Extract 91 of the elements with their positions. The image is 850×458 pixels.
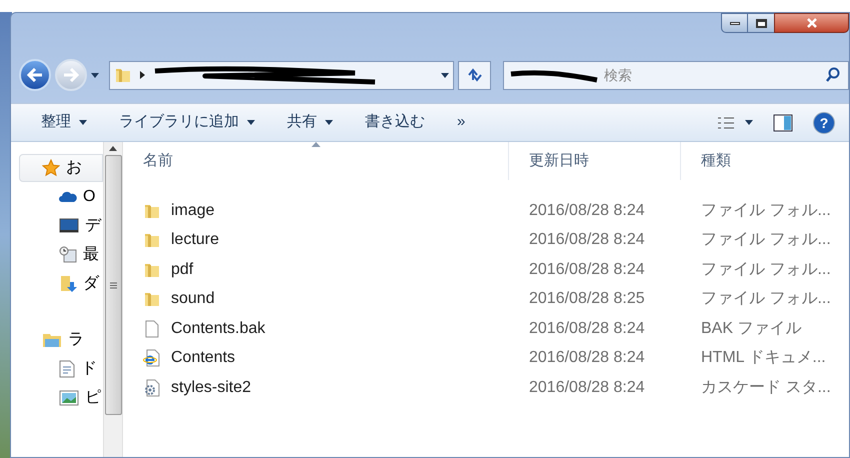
pictures-icon [59,390,79,406]
file-name: pdf [171,260,194,280]
file-row[interactable]: Contents.bak 2016/08/28 8:24 BAK ファイル [123,314,849,344]
file-row[interactable]: lecture 2016/08/28 8:24 ファイル フォル... [123,226,849,255]
file-row[interactable]: sound 2016/08/28 8:25 ファイル フォル... [123,284,849,314]
folder-icon [143,231,161,250]
folder-icon [114,66,132,84]
modified-date: 2016/08/28 8:24 [528,230,646,250]
navigation-label: ラ [68,330,84,350]
search-icon [825,66,841,82]
caret-icon [745,120,753,125]
navigation-item[interactable]: 最 [19,240,103,269]
view-list-icon [717,116,735,130]
close-button[interactable] [774,13,849,33]
file-type: ファイル フォル... [700,230,832,250]
minimize-icon [730,22,740,24]
column-header[interactable]: 更新日時 [509,142,681,180]
file-name: image [171,200,215,221]
file-name: lecture [171,230,220,250]
scroll-up-arrow-icon [109,146,117,151]
caret-icon [247,120,255,125]
column-header[interactable]: 種類 [681,142,849,180]
sort-arrow-icon [311,142,320,147]
library-icon [42,331,62,349]
file-row[interactable]: styles-site2 2016/08/28 8:24 カスケード スタ... [123,373,849,402]
file-name: Contents.bak [171,318,266,339]
navigation-item[interactable]: O [19,182,103,211]
file-type: BAK ファイル [700,318,802,339]
caret-icon [91,72,99,78]
back-button[interactable] [19,59,51,91]
gear-file-icon [143,378,161,397]
forward-arrow-icon [63,68,79,82]
file-type: ファイル フォル... [700,200,832,221]
grip-icon [110,282,116,288]
preview-pane-button[interactable] [773,114,793,132]
column-header[interactable]: 名前 [123,142,509,180]
navigation-item[interactable]: ピ [19,383,103,412]
maximize-button[interactable] [748,13,774,33]
web-page-icon [143,349,161,368]
scrollbar-thumb[interactable] [104,155,122,415]
vertical-scrollbar[interactable] [103,142,123,457]
toolbar-menu-button[interactable]: ライブラリに追加 [109,111,265,134]
navigation-item[interactable]: デ [19,211,103,240]
download-folder-icon [59,274,77,294]
folder-icon [143,290,161,308]
toolbar-menu-button[interactable]: 書き込む [355,111,435,134]
file-name: Contents [171,348,236,368]
file-name: styles-site2 [171,378,252,398]
address-bar[interactable] [109,60,454,90]
file-type: ファイル フォル... [700,289,832,310]
caret-icon [325,120,333,125]
document-icon [59,360,75,378]
modified-date: 2016/08/28 8:24 [528,348,646,368]
modified-date: 2016/08/28 8:24 [528,318,646,339]
file-row[interactable]: image 2016/08/28 8:24 ファイル フォル... [123,196,849,226]
file-row[interactable]: Contents 2016/08/28 8:24 HTML ドキュメ... [123,344,849,373]
modified-date: 2016/08/28 8:24 [528,200,646,221]
maximize-icon [756,18,766,28]
navigation-label: お [66,158,82,178]
caret-icon [441,72,449,78]
toolbar-menu-button[interactable]: 共有 [277,111,343,134]
help-button[interactable]: ? [813,112,835,134]
cloud-icon [59,190,77,204]
breadcrumb-arrow-icon [140,71,145,79]
recent-places-icon [59,246,77,264]
monitor-icon [59,218,79,234]
file-name: sound [171,289,215,310]
file-icon [143,320,161,338]
file-type: ファイル フォル... [700,260,832,280]
minimize-button[interactable] [721,13,748,33]
navigation-item[interactable]: ド [19,354,103,383]
toolbar-menu-button[interactable]: 整理 [31,111,97,134]
caret-icon [79,120,87,125]
close-icon [806,18,818,28]
search-field[interactable]: 検索 [503,60,849,90]
modified-date: 2016/08/28 8:24 [528,260,646,280]
modified-date: 2016/08/28 8:24 [528,378,646,398]
toolbar-menu-button[interactable]: » [447,111,476,134]
file-type: HTML ドキュメ... [700,348,827,368]
modified-date: 2016/08/28 8:25 [528,289,646,310]
star-icon [42,159,60,177]
navigation-section-item[interactable]: ラ [19,326,103,354]
file-row[interactable]: pdf 2016/08/28 8:24 ファイル フォル... [123,255,849,284]
navigation-section-item[interactable]: お [19,154,103,182]
refresh-button[interactable] [458,60,491,90]
refresh-icon [466,68,482,82]
preview-pane-icon [773,114,793,132]
back-arrow-icon [27,68,43,82]
file-type: カスケード スタ... [700,378,832,398]
navigation-item[interactable]: ダ [19,269,103,298]
view-options-button[interactable] [717,116,753,130]
